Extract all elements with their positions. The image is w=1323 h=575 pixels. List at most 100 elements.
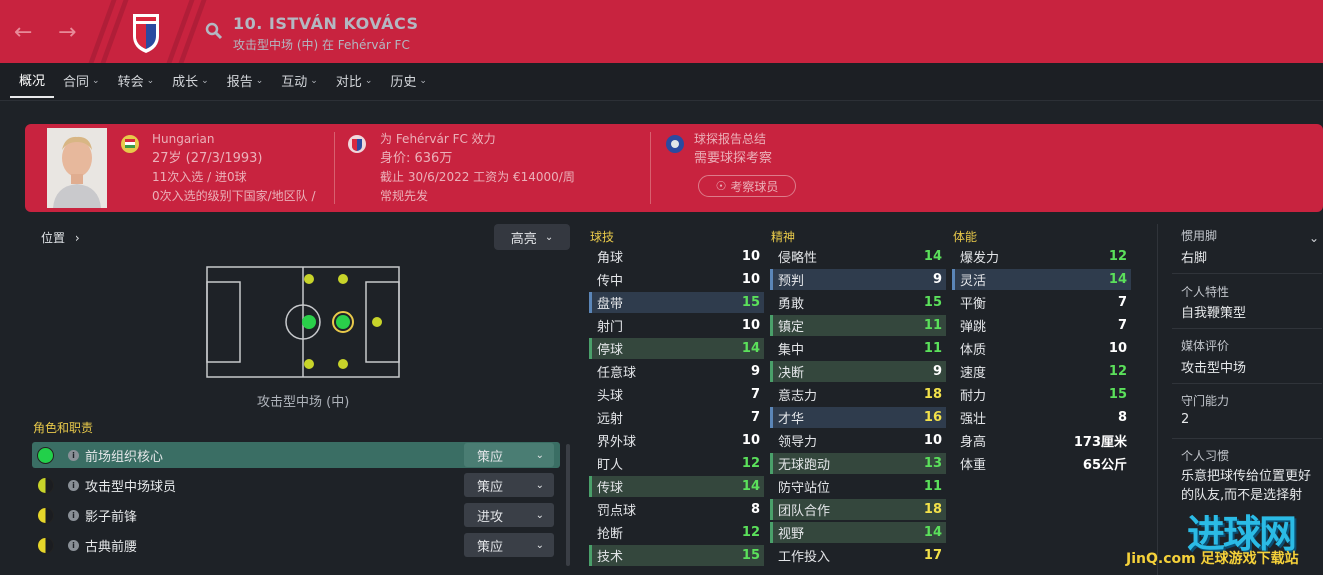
attribute-row[interactable]: 防守站位 11 [770, 476, 946, 497]
attribute-row[interactable]: 盯人 12 [589, 453, 764, 474]
mental-title: 精神 [771, 230, 796, 244]
attribute-row[interactable]: 意志力 18 [770, 384, 946, 405]
attribute-row[interactable]: 决断 9 [770, 361, 946, 382]
attribute-row[interactable]: 射门 10 [589, 315, 764, 336]
attribute-row[interactable]: 远射 7 [589, 407, 764, 428]
attribute-row[interactable]: 抢断 12 [589, 522, 764, 543]
attribute-row[interactable]: 平衡 7 [952, 292, 1131, 313]
attribute-row[interactable]: 视野 14 [770, 522, 946, 543]
club-name[interactable]: 为 Fehérvár FC 效力 [380, 130, 575, 149]
tab-interaction[interactable]: 互动 ⌄ [272, 63, 327, 98]
attribute-row[interactable]: 速度 12 [952, 361, 1131, 382]
tab-transfer[interactable]: 转会 ⌄ [109, 63, 164, 98]
scout-report-text: 需要球探考察 [694, 151, 773, 166]
search-icon[interactable] [205, 22, 223, 40]
info-icon[interactable]: i [68, 509, 79, 521]
attribute-row[interactable]: 体质 10 [952, 338, 1131, 359]
duty-label: 策应 [477, 539, 504, 555]
duty-dropdown[interactable]: 策应 ⌄ [464, 533, 554, 557]
position-pitch [206, 266, 400, 378]
attribute-row[interactable]: 耐力 15 [952, 384, 1131, 405]
scout-report-title: 球探报告总结 [694, 132, 767, 146]
attribute-row[interactable]: 侵略性 14 [770, 246, 946, 267]
attribute-row[interactable]: 工作投入 17 [770, 545, 946, 566]
attribute-row[interactable]: 弹跳 7 [952, 315, 1131, 336]
tab-contract[interactable]: 合同 ⌄ [54, 63, 109, 98]
attribute-row[interactable]: 爆发力 12 [952, 246, 1131, 267]
attribute-value: 12 [741, 456, 760, 471]
attribute-row[interactable]: 角球 10 [589, 246, 764, 267]
role-row[interactable]: i 攻击型中场球员 策应 ⌄ [32, 472, 560, 498]
attribute-row[interactable]: 盘带 15 [589, 292, 764, 313]
attribute-name: 头球 [597, 389, 624, 404]
attribute-row[interactable]: 集中 11 [770, 338, 946, 359]
chevron-down-icon: ⌄ [92, 75, 100, 86]
attribute-row[interactable]: 勇敢 15 [770, 292, 946, 313]
duty-dropdown[interactable]: 策应 ⌄ [464, 443, 554, 467]
attribute-row[interactable]: 体重 65公斤 [952, 453, 1131, 474]
role-row[interactable]: i 影子前锋 进攻 ⌄ [32, 502, 560, 528]
attribute-name: 弹跳 [960, 320, 987, 335]
attribute-row[interactable]: 罚点球 8 [589, 499, 764, 520]
attribute-value: 14 [923, 249, 942, 264]
attribute-row[interactable]: 无球跑动 13 [770, 453, 946, 474]
attribute-name: 团队合作 [778, 504, 831, 519]
info-icon[interactable]: i [68, 539, 79, 551]
info-icon[interactable]: i [68, 479, 79, 491]
position-marker [304, 359, 314, 369]
attribute-value: 11 [923, 479, 942, 494]
role-row[interactable]: i 古典前腰 策应 ⌄ [32, 532, 560, 558]
divider [1172, 383, 1322, 384]
attribute-row[interactable]: 预判 9 [770, 269, 946, 290]
role-row[interactable]: i 前场组织核心 策应 ⌄ [32, 442, 560, 468]
role-suitability-icon [37, 476, 54, 494]
attribute-row[interactable]: 技术 15 [589, 545, 764, 566]
tab-history[interactable]: 历史 ⌄ [381, 63, 436, 98]
arrow-right-icon[interactable]: → [58, 20, 76, 45]
attribute-row[interactable]: 任意球 9 [589, 361, 764, 382]
roles-scrollbar[interactable] [566, 444, 570, 566]
roles-title: 角色和职责 [33, 421, 94, 435]
highlight-dropdown[interactable]: 高亮 ⌄ [494, 224, 570, 250]
youth-caps: 0次入选的级别下国家/地区队 / [152, 189, 316, 203]
attribute-name: 体重 [960, 458, 987, 473]
chevron-down-icon[interactable]: ⌄ [1309, 231, 1319, 245]
nationality[interactable]: Hungarian [152, 130, 316, 149]
scout-player-button[interactable]: ☉ 考察球员 [698, 175, 796, 197]
goalkeeping-label: 守门能力 [1181, 394, 1230, 408]
info-icon[interactable]: i [68, 449, 79, 461]
attribute-value: 18 [923, 387, 942, 402]
attribute-row[interactable]: 传球 14 [589, 476, 764, 497]
tab-compare[interactable]: 对比 ⌄ [327, 63, 382, 98]
chevron-down-icon: ⌄ [535, 479, 544, 491]
attribute-row[interactable]: 传中 10 [589, 269, 764, 290]
technical-title: 球技 [590, 230, 615, 244]
tab-development[interactable]: 成长 ⌄ [163, 63, 218, 98]
attribute-row[interactable]: 团队合作 18 [770, 499, 946, 520]
attribute-row[interactable]: 头球 7 [589, 384, 764, 405]
position-title[interactable]: 位置 › [41, 229, 80, 246]
attribute-row[interactable]: 身高 173厘米 [952, 430, 1131, 451]
attribute-row[interactable]: 灵活 14 [952, 269, 1131, 290]
duty-dropdown[interactable]: 进攻 ⌄ [464, 503, 554, 527]
attribute-row[interactable]: 才华 16 [770, 407, 946, 428]
attribute-row[interactable]: 领导力 10 [770, 430, 946, 451]
attribute-row[interactable]: 停球 14 [589, 338, 764, 359]
tab-label: 转会 [117, 75, 144, 90]
chevron-down-icon: ⌄ [544, 231, 554, 243]
tab-label: 对比 [335, 75, 362, 90]
divider [334, 132, 335, 204]
attribute-row[interactable]: 界外球 10 [589, 430, 764, 451]
role-suitability-icon [37, 506, 54, 524]
duty-dropdown[interactable]: 策应 ⌄ [464, 473, 554, 497]
attribute-name: 领导力 [778, 435, 818, 450]
attribute-value: 11 [923, 341, 942, 356]
arrow-left-icon[interactable]: ← [14, 20, 32, 45]
scout-block: 球探报告总结 需要球探考察 [694, 130, 772, 168]
tab-reports[interactable]: 报告 ⌄ [218, 63, 273, 98]
attribute-name: 停球 [597, 343, 624, 358]
attribute-row[interactable]: 镇定 11 [770, 315, 946, 336]
attribute-row[interactable]: 强壮 8 [952, 407, 1131, 428]
attribute-value: 7 [1117, 318, 1127, 333]
tab-overview[interactable]: 概况 [10, 63, 55, 98]
